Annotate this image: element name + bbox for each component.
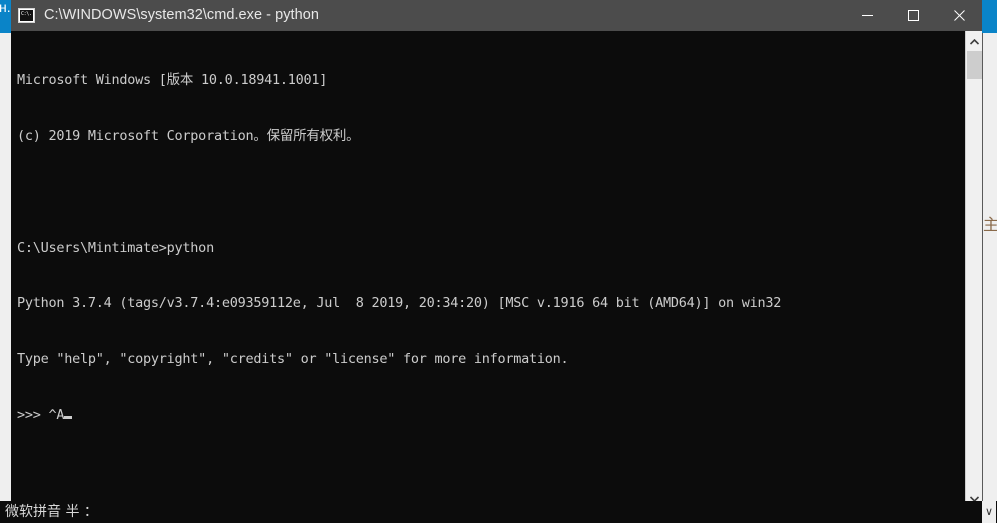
- cmd-window: C:\WINDOWS\system32\cmd.exe - python: [11, 0, 982, 512]
- chevron-up-icon: [969, 38, 979, 45]
- background-window-right: [982, 0, 997, 33]
- terminal-output: Microsoft Windows [版本 10.0.18941.1001] (…: [17, 34, 960, 462]
- window-title: C:\WINDOWS\system32\cmd.exe - python: [44, 7, 319, 23]
- cmd-console-icon: [18, 8, 35, 23]
- ime-expand-icon[interactable]: ∨: [982, 501, 996, 523]
- terminal-cursor: [64, 415, 73, 419]
- background-panel-right: [982, 33, 997, 523]
- terminal-line: Python 3.7.4 (tags/v3.7.4:e09359112e, Ju…: [17, 295, 782, 312]
- terminal-line: (c) 2019 Microsoft Corporation。保留所有权利。: [17, 127, 360, 144]
- maximize-button[interactable]: [890, 0, 936, 31]
- terminal-line: Microsoft Windows [版本 10.0.18941.1001]: [17, 72, 328, 89]
- terminal-line: C:\Users\Mintimate>python: [17, 239, 214, 256]
- ime-status-bar[interactable]: 微软拼音 半 ： ∨: [0, 501, 997, 523]
- background-panel-left: [0, 33, 11, 523]
- close-button[interactable]: [936, 0, 982, 31]
- terminal-prompt-line: >>> ^A: [17, 406, 960, 425]
- terminal-area[interactable]: Microsoft Windows [版本 10.0.18941.1001] (…: [11, 31, 982, 512]
- window-controls: [844, 0, 982, 31]
- terminal-prompt: >>> ^A: [17, 406, 65, 423]
- scrollbar-thumb[interactable]: [967, 51, 982, 79]
- background-window-left: н.: [0, 0, 11, 33]
- minimize-icon: [861, 15, 873, 16]
- window-titlebar[interactable]: C:\WINDOWS\system32\cmd.exe - python: [11, 0, 982, 31]
- vertical-scrollbar[interactable]: [965, 31, 982, 512]
- terminal-line: Type "help", "copyright", "credits" or "…: [17, 351, 569, 368]
- ime-status-text: 微软拼音 半 ：: [5, 504, 98, 520]
- screen-root: н. 主 C:\WINDOWS\system32\cmd.exe - pytho…: [0, 0, 997, 523]
- maximize-icon: [907, 10, 919, 21]
- close-icon: [953, 10, 965, 21]
- scroll-up-button[interactable]: [966, 33, 982, 50]
- minimize-button[interactable]: [844, 0, 890, 31]
- background-window-left-glyph: н.: [0, 0, 11, 15]
- background-right-text-fragment: 主: [983, 215, 997, 234]
